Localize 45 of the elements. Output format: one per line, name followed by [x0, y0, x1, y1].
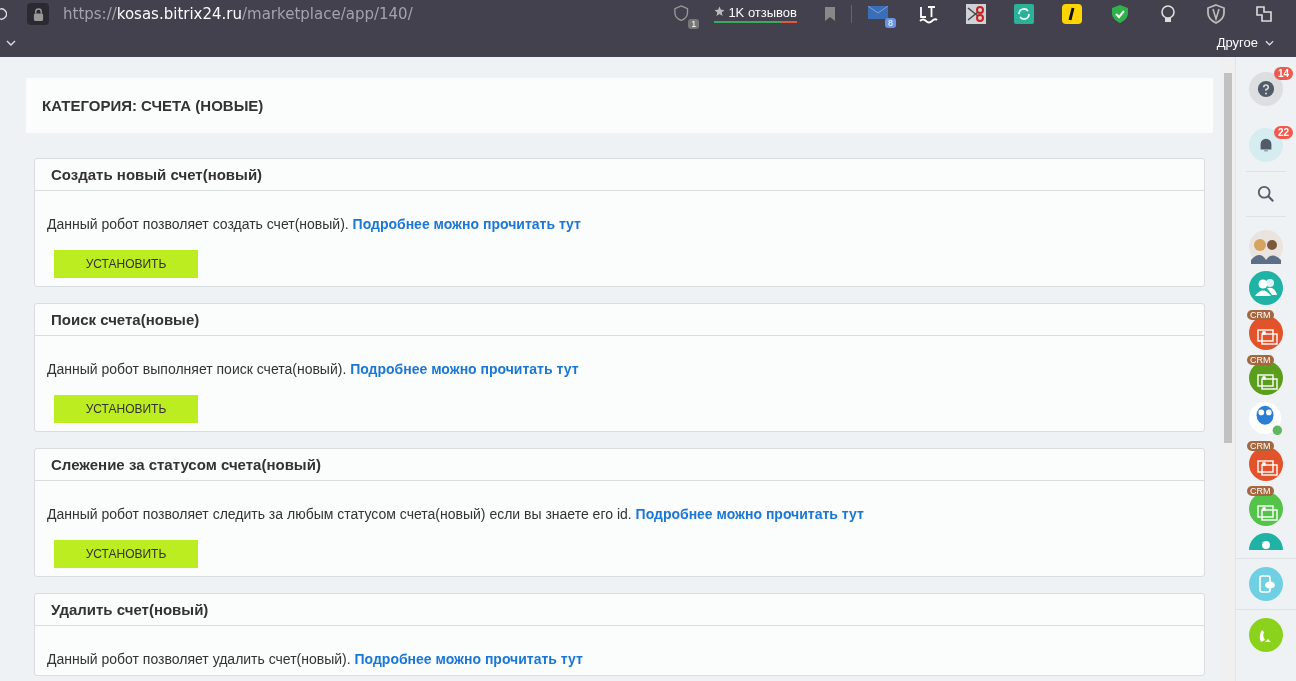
robot-description: Данный робот позволяет следить за любым статусом счета(новый) если вы знаете его id. Подробнее можно прочитать тут — [47, 506, 865, 522]
scissors-icon[interactable] — [966, 4, 986, 24]
robot-description: Данный робот позволяет создать счет(новый). Подробнее можно прочитать тут — [47, 216, 582, 232]
category-title: КАТЕГОРИЯ: СЧЕТА (НОВЫЕ) — [42, 97, 264, 114]
help-icon — [1257, 80, 1275, 98]
bookmark-icon[interactable] — [825, 7, 835, 21]
group-chat-icon[interactable] — [1249, 271, 1283, 305]
robot-title: Удалить счет(новый) — [51, 601, 209, 618]
details-link[interactable]: Подробнее можно прочитать тут — [350, 361, 579, 377]
sync-icon[interactable] — [1014, 4, 1034, 24]
reviews-link[interactable]: 1K отзывов — [714, 5, 797, 23]
mail-icon[interactable] — [868, 6, 890, 22]
chevron-down-icon[interactable] — [6, 39, 16, 46]
shield-icon[interactable] — [1206, 4, 1226, 24]
group-avatar[interactable] — [1249, 230, 1283, 264]
install-button[interactable]: УСТАНОВИТЬ — [54, 395, 198, 423]
count-badge: 8 — [885, 18, 896, 28]
chevron-down-icon[interactable] — [1265, 39, 1274, 46]
install-button[interactable]: УСТАНОВИТЬ — [54, 250, 198, 278]
details-link[interactable]: Подробнее можно прочитать тут — [352, 216, 581, 232]
shield-check-icon[interactable] — [1110, 4, 1130, 24]
details-link[interactable]: Подробнее можно прочитать тут — [635, 506, 864, 522]
user-avatar[interactable] — [1249, 533, 1283, 550]
puzzle-icon[interactable] — [1254, 4, 1274, 24]
count-badge: 1 — [688, 19, 700, 29]
robot-title: Слежение за статусом счета(новый) — [51, 456, 321, 473]
bot-avatar[interactable] — [1249, 402, 1283, 436]
robot-description: Данный робот выполняет поиск счета(новый). Подробнее можно прочитать тут — [47, 361, 580, 377]
app-icon[interactable] — [1062, 4, 1082, 24]
translate-icon[interactable] — [918, 4, 938, 24]
star-icon — [714, 6, 726, 17]
address-field[interactable]: https://kosas.bitrix24.ru/marketplace/app/140/ — [63, 5, 413, 23]
scrollbar[interactable] — [1221, 57, 1235, 681]
details-link[interactable]: Подробнее можно прочитать тут — [354, 651, 583, 667]
lock-icon[interactable] — [27, 3, 49, 25]
search-icon[interactable] — [1257, 185, 1275, 203]
bookmarks-folder[interactable]: Другое — [1216, 35, 1258, 50]
bulb-icon[interactable] — [1158, 4, 1178, 24]
install-button[interactable]: УСТАНОВИТЬ — [54, 540, 198, 568]
robot-title: Создать новый счет(новый) — [51, 166, 263, 183]
count-badge: 14 — [1274, 67, 1294, 80]
reload-icon[interactable] — [0, 7, 7, 21]
robot-description: Данный робот позволяет удалить счет(новый). Подробнее можно прочитать тут — [47, 651, 584, 667]
count-badge: 22 — [1274, 126, 1294, 139]
robot-title: Поиск счета(новые) — [51, 311, 200, 328]
